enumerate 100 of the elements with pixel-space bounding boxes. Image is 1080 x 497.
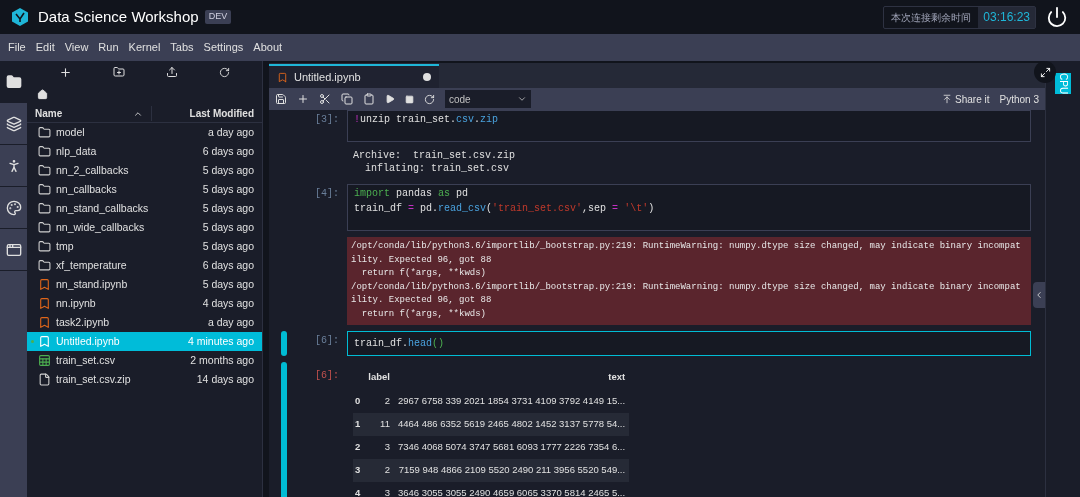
table-cell: 7159 948 4866 2109 5520 2490 211 3956 5520 549... — [393, 458, 630, 482]
menu-item[interactable]: About — [248, 39, 288, 56]
folder-icon — [38, 164, 51, 177]
modified-time: 5 days ago — [202, 276, 254, 292]
home-button[interactable] — [37, 88, 48, 100]
table-cell: 4464 486 6352 5619 2465 4802 1452 3137 5778 54... — [393, 412, 630, 436]
run-button[interactable] — [385, 94, 395, 104]
output-line: ility. Expected 96, got 88 — [351, 294, 492, 308]
dev-badge: DEV — [204, 10, 232, 24]
restart-button[interactable] — [424, 93, 435, 105]
folder-icon — [38, 126, 51, 139]
browser-entry[interactable]: nn_stand.ipynb 5 days ago — [27, 275, 262, 294]
menu-item[interactable]: Run — [93, 39, 124, 56]
prompt: [3]: — [314, 113, 339, 127]
kernel-name: Python 3 — [999, 92, 1039, 107]
browser-entry[interactable]: xf_temperature 6 days ago — [27, 256, 262, 275]
browser-entry[interactable]: nn_wide_callbacks 5 days ago — [27, 218, 262, 237]
browser-entry[interactable]: nn_stand_callbacks 5 days ago — [27, 199, 262, 218]
table-cell: 2967 6758 339 2021 1854 3731 4109 3792 4149 15... — [393, 389, 630, 413]
menu-item[interactable]: Settings — [198, 39, 249, 56]
new-launcher-button[interactable] — [59, 65, 73, 79]
browser-entry[interactable]: nlp_data 6 days ago — [27, 142, 262, 161]
tabs-icon — [5, 115, 22, 132]
add-cell-button[interactable] — [297, 93, 309, 105]
sidebar-tab[interactable] — [0, 61, 27, 103]
modified-time: 4 days ago — [202, 295, 254, 311]
column-header: text — [607, 370, 627, 385]
menu-item[interactable]: View — [59, 39, 94, 56]
power-button[interactable] — [1046, 6, 1068, 28]
copy-button[interactable] — [341, 93, 353, 105]
cut-button[interactable] — [319, 93, 331, 105]
code-line: import pandas as pd — [354, 187, 469, 201]
file-name: Untitled.ipynb — [56, 333, 120, 349]
column-header[interactable]: Name — [35, 106, 63, 121]
column-header[interactable]: Last Modified — [152, 106, 262, 121]
fullscreen-button[interactable] — [1034, 61, 1056, 83]
file-name: tmp — [56, 238, 74, 254]
file-icon — [38, 373, 51, 386]
code-line: train_df = pd.read_csv('train_set.csv',sep = '\t') — [354, 202, 655, 216]
timer-value: 03:16:23 — [978, 6, 1035, 28]
browser-entry[interactable]: nn.ipynb 4 days ago — [27, 294, 262, 313]
file-name: nn_callbacks — [56, 181, 117, 197]
modified-time: 14 days ago — [196, 371, 254, 387]
prompt: [4]: — [314, 187, 339, 201]
browser-entry[interactable]: tmp 5 days ago — [27, 237, 262, 256]
folder-icon — [38, 259, 51, 272]
menu-item[interactable]: File — [3, 39, 31, 56]
modified-time: a day ago — [207, 314, 254, 330]
file-name: nlp_data — [56, 143, 97, 159]
notebook-icon — [38, 297, 51, 310]
code-line: train_df.head() — [354, 336, 445, 351]
table-cell: 7346 4068 5074 3747 5681 6093 1777 2226 7354 6... — [393, 435, 630, 459]
file-name: nn_stand.ipynb — [56, 276, 128, 292]
cell-type-select[interactable]: code — [445, 90, 531, 108]
stop-button[interactable] — [405, 94, 414, 104]
file-name: train_set.csv — [56, 352, 115, 368]
code-line: !unzip train_set.csv.zip — [354, 113, 499, 127]
cell-selection-bar — [281, 330, 287, 356]
browser-entry[interactable]: nn_callbacks 5 days ago — [27, 180, 262, 199]
folder-icon — [38, 202, 51, 215]
window-icon — [5, 241, 22, 258]
folder-icon — [38, 240, 51, 253]
table-cell: 3 — [364, 481, 394, 497]
output-line: /opt/conda/lib/python3.6/importlib/_bootstrap.py:219: RuntimeWarning: numpy.dtype size changed, may indicate binary incompat — [351, 280, 1021, 294]
modified-time: 5 days ago — [202, 162, 254, 178]
output-line: ility. Expected 96, got 88 — [351, 253, 492, 267]
modified-time: a day ago — [207, 124, 254, 140]
row-index: 1 — [353, 412, 365, 436]
notebook-icon — [277, 71, 288, 83]
table-cell: 3 — [364, 435, 394, 459]
notebook-tab[interactable]: Untitled.ipynb — [269, 64, 439, 88]
modified-time: 5 days ago — [202, 200, 254, 216]
output-line: return f(*args, **kwds) — [360, 267, 487, 281]
code-input[interactable]: train_df.head() — [347, 330, 1031, 356]
browser-entry[interactable]: nn_2_callbacks 5 days ago — [27, 161, 262, 180]
browser-entry[interactable]: train_set.csv 2 months ago — [27, 351, 262, 370]
menu-item[interactable]: Kernel — [123, 39, 166, 56]
paste-button[interactable] — [363, 93, 375, 105]
share-button[interactable]: Share it — [942, 91, 990, 107]
menu-item[interactable]: Edit — [30, 39, 60, 56]
browser-entry[interactable]: model a day ago — [27, 123, 262, 142]
chevron-left-icon — [1034, 290, 1044, 300]
browser-entry[interactable]: task2.ipynb a day ago — [27, 313, 262, 332]
row-index: 0 — [353, 389, 365, 413]
output-line: inflating: train_set.csv — [364, 162, 510, 175]
file-name: nn_wide_callbacks — [56, 219, 145, 235]
refresh-button[interactable] — [218, 66, 230, 78]
upload-button[interactable] — [165, 66, 178, 78]
file-name: task2.ipynb — [56, 314, 110, 330]
column-header: label — [367, 370, 391, 385]
code-input[interactable]: import pandas as pd train_df = pd.read_csv('train_set.csv',sep = '\t') — [347, 184, 1031, 231]
menu-item[interactable]: Tabs — [165, 39, 199, 56]
folder-icon — [38, 221, 51, 234]
logo-icon — [10, 7, 30, 27]
new-folder-button[interactable] — [113, 66, 126, 78]
share-icon — [942, 94, 953, 104]
browser-entry[interactable]: train_set.csv.zip 14 days ago — [27, 370, 262, 389]
file-name: train_set.csv.zip — [56, 371, 131, 387]
save-button[interactable] — [275, 93, 287, 105]
code-input[interactable]: !unzip train_set.csv.zip — [347, 110, 1031, 142]
